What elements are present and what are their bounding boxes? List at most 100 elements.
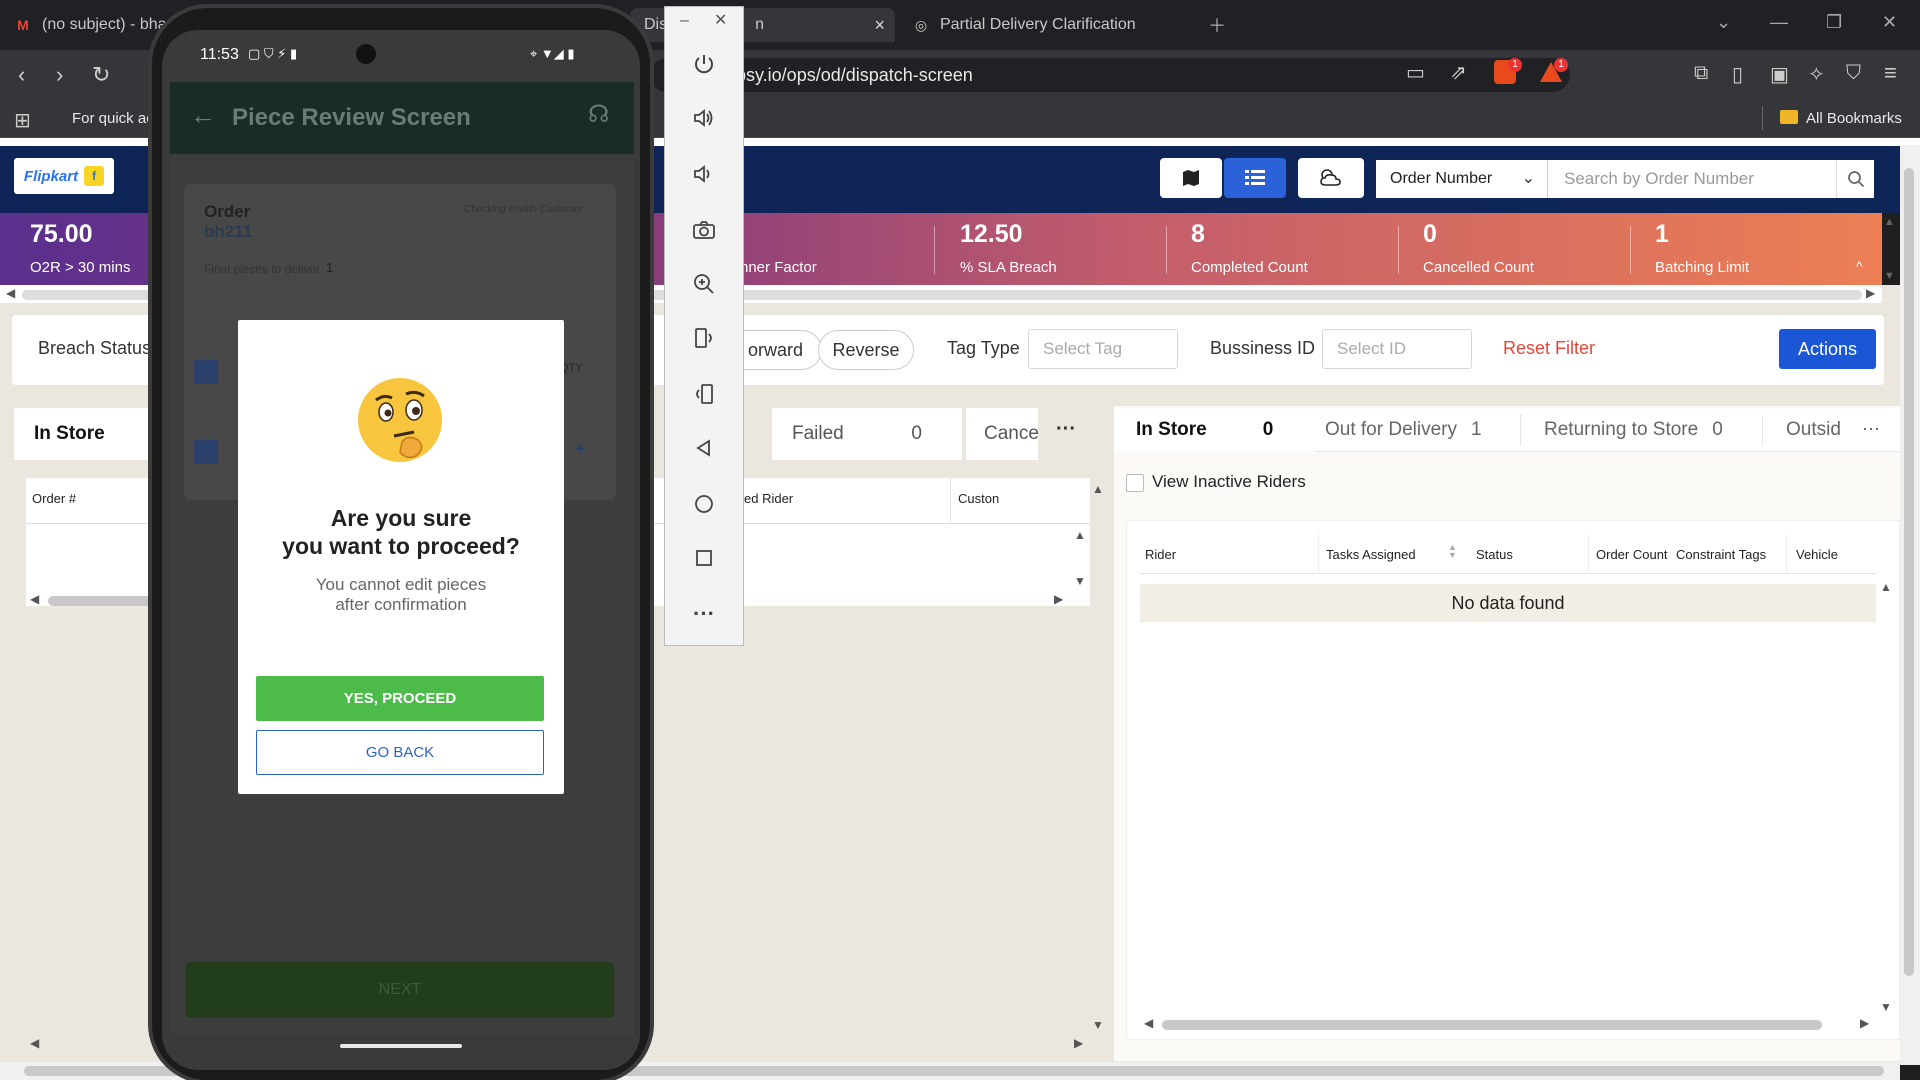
home-indicator[interactable] xyxy=(340,1044,462,1048)
reverse-pill[interactable]: Reverse xyxy=(818,330,914,370)
scroll-up-arrow[interactable]: ▲ xyxy=(1884,216,1895,228)
id-select-input[interactable] xyxy=(1322,329,1472,369)
scroll-left-arrow[interactable]: ◀ xyxy=(1144,1016,1153,1030)
more-options-icon[interactable]: ··· xyxy=(684,594,724,634)
zoom-icon[interactable] xyxy=(684,264,724,304)
map-view-button[interactable] xyxy=(1160,158,1222,198)
nav-home-icon[interactable] xyxy=(684,484,724,524)
reload-icon[interactable]: ↻ xyxy=(92,62,110,88)
extensions-icon[interactable]: ⧉ xyxy=(1694,62,1708,85)
orders-tab-instore[interactable]: In Store xyxy=(14,408,154,460)
power-icon[interactable] xyxy=(684,44,724,84)
orders-tab-cancelled[interactable]: Cance xyxy=(966,408,1038,460)
scroll-up-arrow[interactable]: ▲ xyxy=(1092,482,1104,496)
close-window-icon[interactable]: ✕ xyxy=(1882,12,1897,33)
actions-button[interactable]: Actions xyxy=(1779,329,1876,369)
col-divider xyxy=(950,478,951,524)
sidebar-icon[interactable]: ▯ xyxy=(1732,62,1743,87)
dialog-title-line1: Are you sure xyxy=(330,505,472,531)
reset-filter-link[interactable]: Reset Filter xyxy=(1503,338,1595,359)
scroll-left-arrow[interactable]: ◀ xyxy=(6,286,15,300)
piece-checkbox[interactable] xyxy=(194,440,218,464)
rewards-badge: 1 xyxy=(1554,58,1568,72)
camera-icon[interactable] xyxy=(684,210,724,250)
globe-icon: ◎ xyxy=(914,16,928,33)
dialog-sub-line2: after confirmation xyxy=(335,595,467,614)
list-icon xyxy=(1245,170,1265,185)
scroll-down-arrow[interactable]: ▼ xyxy=(1074,574,1086,588)
scroll-down-arrow[interactable]: ▼ xyxy=(1880,1000,1892,1014)
scroll-right-arrow[interactable]: ▶ xyxy=(1054,592,1063,606)
tab-divider xyxy=(1762,414,1763,446)
col-rider: Rider xyxy=(1145,547,1177,562)
list-view-button[interactable] xyxy=(1224,158,1286,198)
order-number-select[interactable]: Order Number ⌄ xyxy=(1376,160,1548,198)
volume-down-icon[interactable] xyxy=(684,154,724,194)
volume-up-icon[interactable] xyxy=(684,98,724,138)
scroll-right-arrow[interactable]: ▶ xyxy=(1866,286,1875,300)
riders-hscroll-thumb[interactable] xyxy=(1162,1020,1822,1030)
metric-label: nner Factor xyxy=(740,259,817,276)
go-back-button[interactable]: GO BACK xyxy=(256,730,544,775)
scroll-right-arrow[interactable]: ▶ xyxy=(1860,1016,1869,1030)
riders-tab-outside[interactable]: Outsid xyxy=(1786,408,1842,452)
scroll-down-arrow[interactable]: ▼ xyxy=(1884,270,1895,282)
scroll-left-arrow[interactable]: ◀ xyxy=(30,1036,39,1050)
install-icon[interactable]: ▭ xyxy=(1406,60,1425,85)
riders-tab-instore[interactable]: In Store 0 xyxy=(1114,408,1314,452)
scroll-up-arrow[interactable]: ▲ xyxy=(1074,528,1086,542)
breach-status-filter[interactable]: Breach Status xyxy=(38,338,151,359)
back-arrow-icon[interactable]: ← xyxy=(190,100,216,131)
orders-tab-failed[interactable]: Failed 0 xyxy=(772,408,962,460)
sort-icon[interactable]: ▲ ▼ xyxy=(1448,543,1457,560)
scroll-left-arrow[interactable]: ◀ xyxy=(30,592,39,606)
wallet-icon[interactable]: ▣ xyxy=(1770,62,1789,87)
riders-tab-returning[interactable]: Returning to Store 0 xyxy=(1544,408,1744,452)
nav-back-icon[interactable] xyxy=(684,428,724,468)
scroll-right-arrow[interactable]: ▶ xyxy=(1074,1036,1083,1050)
order-search-input[interactable] xyxy=(1548,160,1836,198)
flipkart-logo: Flipkart f xyxy=(14,158,114,194)
close-tab-icon[interactable]: × xyxy=(874,15,885,36)
scroll-up-arrow[interactable]: ▲ xyxy=(1880,580,1892,594)
add-piece-icon[interactable]: + xyxy=(574,436,587,462)
collapse-metrics-icon[interactable]: ^ xyxy=(1856,258,1863,274)
tag-select-input[interactable] xyxy=(1028,329,1178,369)
vpn-icon[interactable]: ⛉ xyxy=(1846,62,1861,85)
menu-icon[interactable]: ≡ xyxy=(1884,60,1897,86)
orders-hscroll-thumb[interactable] xyxy=(48,596,158,606)
orders-more-icon[interactable]: ··· xyxy=(1056,418,1076,441)
page-vscroll-thumb[interactable] xyxy=(1904,168,1914,976)
weather-button[interactable] xyxy=(1298,158,1364,198)
minimize-icon[interactable]: — xyxy=(1770,12,1788,33)
tab-partial-delivery[interactable]: ◎ Partial Delivery Clarification xyxy=(912,8,1192,42)
rotate-left-icon[interactable] xyxy=(684,318,724,358)
nav-overview-icon[interactable] xyxy=(684,538,724,578)
leo-icon[interactable]: ✧ xyxy=(1808,62,1825,87)
maximize-icon[interactable]: ❐ xyxy=(1826,12,1842,33)
minimize-emulator-icon[interactable]: – xyxy=(680,12,689,30)
riders-tab-out-for-delivery[interactable]: Out for Delivery 1 xyxy=(1322,408,1518,452)
next-button[interactable]: NEXT xyxy=(186,962,614,1018)
apps-grid-icon[interactable]: ⊞ xyxy=(14,108,31,133)
view-inactive-checkbox[interactable] xyxy=(1126,474,1144,492)
all-bookmarks-link[interactable]: All Bookmarks xyxy=(1806,110,1902,127)
back-icon[interactable]: ‹ xyxy=(18,62,25,88)
scroll-down-arrow[interactable]: ▼ xyxy=(1092,1018,1104,1032)
new-tab-icon[interactable]: ＋ xyxy=(1208,12,1226,38)
forward-icon[interactable]: › xyxy=(56,62,63,88)
riders-more-icon[interactable]: ··· xyxy=(1862,418,1880,439)
rotate-right-icon[interactable] xyxy=(684,374,724,414)
tab-label: In Store xyxy=(34,423,105,444)
tab-list-chevron-icon[interactable]: ⌄ xyxy=(1716,12,1731,33)
headset-icon[interactable]: ☊ xyxy=(588,100,609,129)
yes-proceed-button[interactable]: YES, PROCEED xyxy=(256,676,544,721)
search-button[interactable] xyxy=(1836,160,1874,198)
brave-badge: 1 xyxy=(1508,58,1522,72)
close-emulator-icon[interactable]: ✕ xyxy=(714,10,727,30)
url-text[interactable]: ipsy.io/ops/od/dispatch-screen xyxy=(732,60,973,90)
tab-gmail[interactable]: M (no subject) - bha xyxy=(14,8,174,42)
piece-checkbox[interactable] xyxy=(194,360,218,384)
share-icon[interactable]: ⇗ xyxy=(1450,60,1467,85)
tab-label: n xyxy=(755,16,765,33)
